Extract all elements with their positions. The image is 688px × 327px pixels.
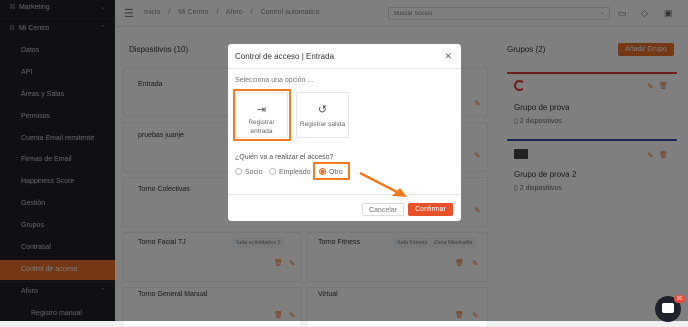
- annotation-arrow: [359, 171, 407, 197]
- radio-label: Socio: [245, 169, 263, 176]
- divider: [228, 194, 461, 195]
- notification-badge: 50: [674, 295, 685, 303]
- highlight-box: [233, 89, 291, 141]
- close-icon[interactable]: ✕: [444, 51, 452, 62]
- confirm-button[interactable]: Confirmar: [408, 203, 453, 216]
- radio-empleado[interactable]: Empleado: [269, 168, 311, 176]
- radio-label: Empleado: [279, 169, 311, 176]
- radio-dot: [269, 168, 276, 175]
- radio-socio[interactable]: Socio: [235, 168, 263, 176]
- divider: [228, 68, 461, 69]
- modal-title: Control de acceso | Entrada: [235, 52, 335, 61]
- select-prompt: Selecciona una opción ...: [235, 77, 314, 84]
- logout-icon: ↺: [317, 104, 328, 116]
- option-label: Registrar salida: [299, 121, 346, 128]
- register-exit-option[interactable]: ↺ Registrar salida: [296, 92, 349, 138]
- chat-icon: [662, 303, 674, 313]
- cancel-button[interactable]: Cancelar: [362, 203, 404, 216]
- highlight-box: [313, 162, 350, 180]
- access-control-modal: Control de acceso | Entrada ✕ Selecciona…: [228, 44, 461, 221]
- radio-dot: [235, 168, 242, 175]
- access-question: ¿Quién va a realizar el acceso?: [235, 154, 334, 161]
